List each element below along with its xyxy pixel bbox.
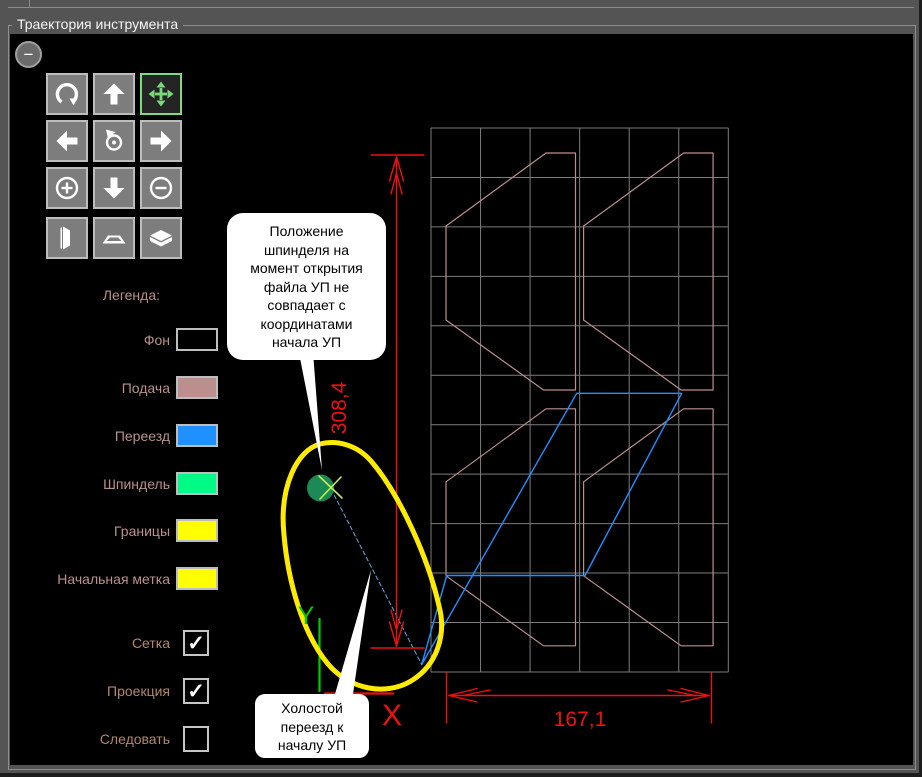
horizontal-dimension-value: 167,1 (553, 708, 607, 731)
legend-swatch-spindle[interactable] (176, 472, 218, 495)
legend-swatch-rapid[interactable] (176, 424, 218, 447)
legend-label-rapid: Переезд (114, 428, 170, 444)
move-right-button[interactable] (140, 120, 182, 162)
side-view-icon (60, 226, 70, 250)
iso-view-icon (150, 230, 172, 247)
checkbox-label-grid: Сетка (131, 635, 170, 651)
checkbox-label-follow: Следовать (99, 731, 170, 747)
checkbox-label-projection: Проекция (107, 683, 170, 699)
side-view-button[interactable] (46, 217, 88, 259)
legend-swatch-startmark[interactable] (176, 567, 218, 590)
pan-icon (148, 81, 174, 107)
zoom-in-icon (55, 176, 79, 200)
spindle-position-callout: Положение шпинделя на момент открытия фа… (227, 213, 386, 360)
top-view-icon (102, 235, 126, 244)
legend-label-spindle: Шпиндель (103, 476, 170, 492)
legend-label-background: Фон (143, 332, 170, 348)
arrow-up-icon (103, 83, 125, 105)
legend-swatch-feed[interactable] (176, 376, 218, 399)
check-icon: ✓ (187, 679, 205, 703)
check-icon: ✓ (187, 631, 205, 655)
legend-label-borders: Границы (114, 523, 170, 539)
minus-icon: − (23, 45, 34, 64)
pan-mode-button[interactable] (140, 73, 182, 115)
zoom-out-icon (149, 176, 173, 200)
groupbox-title: Траектория инструмента (12, 16, 184, 32)
collapse-panel-button[interactable]: − (15, 41, 42, 68)
rotate-cw-button[interactable] (46, 73, 88, 115)
tool-trajectory-window: Траектория инструмента − Легенда: Фон По… (0, 0, 922, 777)
arrow-right-icon (150, 130, 172, 152)
upper-groupbox-border (8, 7, 914, 8)
top-view-button[interactable] (93, 217, 135, 259)
move-left-button[interactable] (46, 120, 88, 162)
projection-checkbox[interactable]: ✓ (183, 678, 209, 704)
zoom-out-button[interactable] (140, 167, 182, 209)
rotate-ccw-button[interactable] (93, 120, 135, 162)
arrow-left-icon (56, 130, 78, 152)
legend-swatch-borders[interactable] (176, 519, 218, 542)
vertical-dimension-value: 308,4 (328, 381, 351, 435)
legend-swatch-background[interactable] (176, 328, 218, 351)
iso-view-button[interactable] (140, 217, 182, 259)
move-up-button[interactable] (93, 73, 135, 115)
rotate-ccw-icon (105, 129, 123, 151)
follow-checkbox[interactable] (183, 726, 209, 752)
legend-label-feed: Подача (121, 380, 170, 396)
rotate-cw-icon (55, 82, 79, 106)
grid-checkbox[interactable]: ✓ (183, 630, 209, 656)
zoom-in-button[interactable] (46, 167, 88, 209)
rapid-move-callout: Холостой переезд к началу УП (255, 694, 369, 758)
move-down-button[interactable] (93, 167, 135, 209)
x-axis-label: X (381, 699, 402, 732)
upper-groupbox-tick (29, 0, 30, 7)
y-axis-label: Y (297, 602, 315, 630)
legend-label-startmark: Начальная метка (57, 571, 170, 587)
arrow-down-icon (103, 177, 125, 199)
legend-heading: Легенда: (102, 287, 160, 303)
